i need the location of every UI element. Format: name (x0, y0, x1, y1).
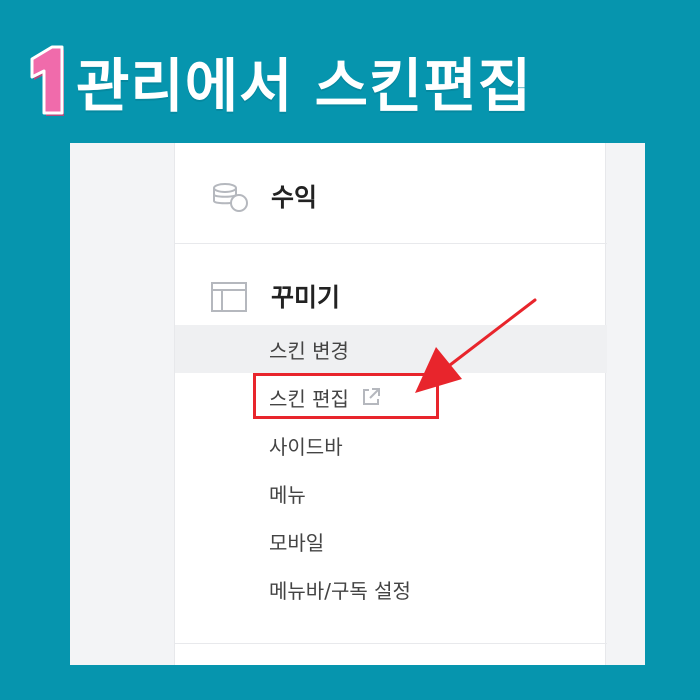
menu-item-edit-skin[interactable]: 스킨 편집 (175, 373, 607, 421)
menu-item-label: 스킨 변경 (269, 338, 349, 363)
menu-item-mobile[interactable]: 모바일 (175, 517, 607, 565)
menu-item-label: 사이드바 (269, 434, 343, 459)
menu-item-label: 메뉴바/구독 설정 (269, 578, 411, 603)
menu-item-sidebar[interactable]: 사이드바 (175, 421, 607, 469)
menu-item-label: 메뉴 (269, 482, 306, 507)
admin-sidebar: 수익 꾸미기 스킨 변경 스킨 편집 사이드바 메뉴 모바일 메뉴바/구독 설정 (174, 143, 607, 665)
layout-icon (211, 282, 247, 312)
menu-item-menu[interactable]: 메뉴 (175, 469, 607, 517)
menu-item-menubar-subscribe[interactable]: 메뉴바/구독 설정 (175, 565, 607, 613)
blog-admin-screenshot: 수익 꾸미기 스킨 변경 스킨 편집 사이드바 메뉴 모바일 메뉴바/구독 설정 (70, 143, 645, 665)
menu-item-change-skin[interactable]: 스킨 변경 (175, 325, 607, 373)
section-divider (175, 643, 607, 644)
sidebar-section-decorate[interactable]: 꾸미기 (175, 271, 607, 321)
headline-title: 관리에서 스킨편집 (76, 52, 533, 120)
section-divider (175, 243, 607, 244)
tutorial-headline: 관리에서 스킨편집 (18, 36, 532, 126)
step-number-badge (18, 39, 74, 123)
revenue-label: 수익 (271, 183, 318, 212)
menu-item-label: 스킨 편집 (269, 386, 349, 411)
external-link-icon (362, 388, 380, 405)
menu-item-label: 모바일 (269, 530, 325, 555)
decorate-label: 꾸미기 (271, 283, 341, 312)
sidebar-section-revenue[interactable]: 수익 (175, 171, 607, 221)
coins-icon (213, 183, 248, 212)
